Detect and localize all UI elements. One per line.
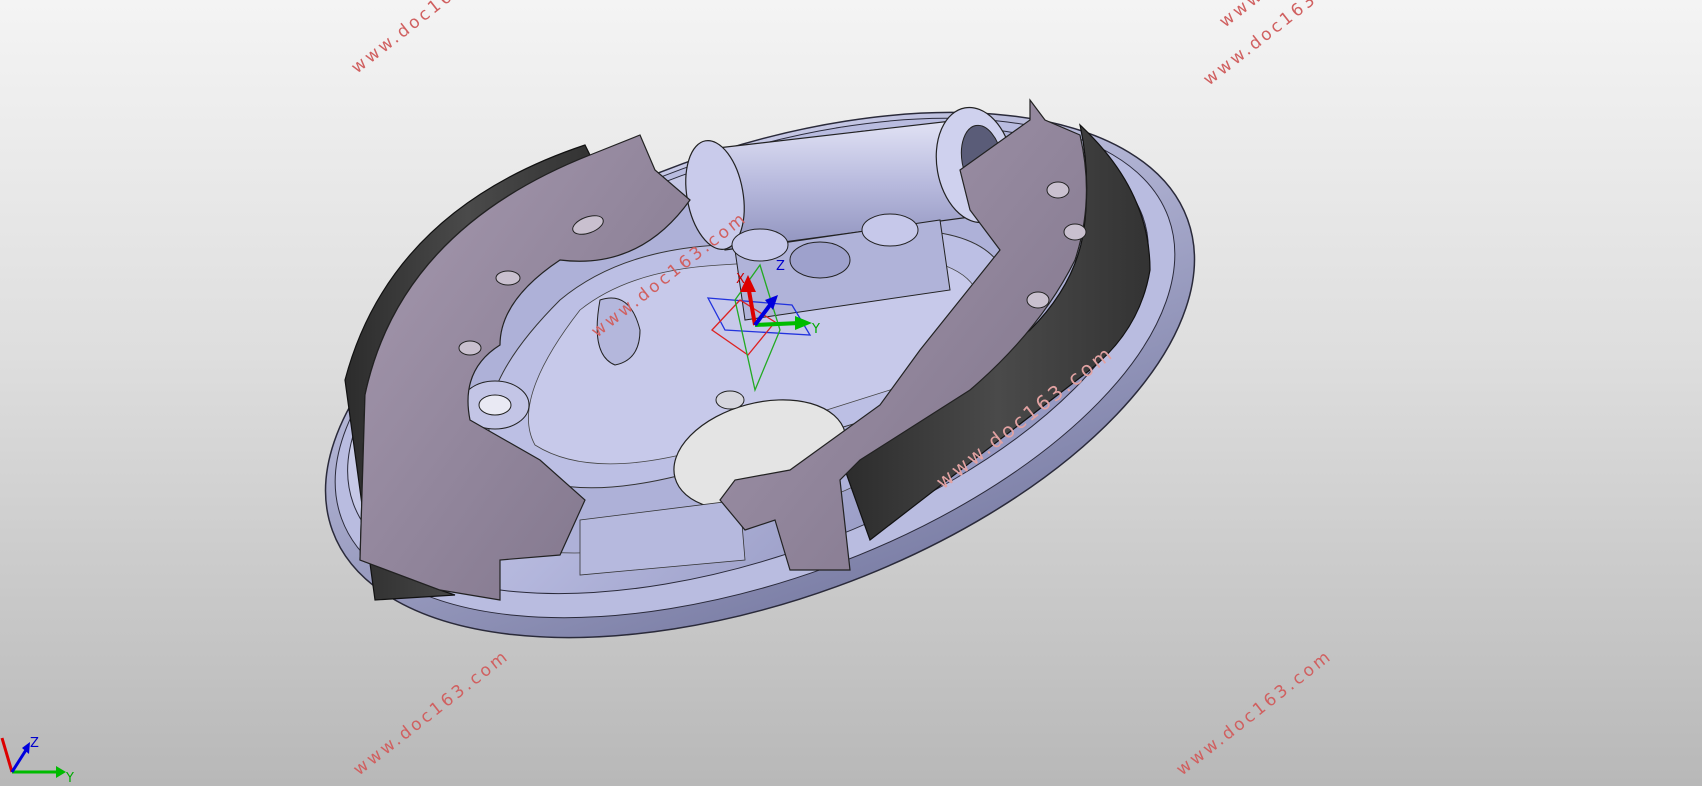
3d-viewport[interactable]: X Y Z www.doc163.com www.doc163.com www.… (0, 0, 1702, 786)
orientation-triad[interactable]: Z Y (0, 720, 80, 786)
compass-z-label: Z (776, 259, 785, 274)
compass-x-label: X (736, 272, 745, 287)
compass-y-label: Y (811, 322, 820, 337)
triad-y-label: Y (65, 771, 74, 786)
z-axis-icon (10, 749, 28, 773)
triad-z-label: Z (30, 736, 39, 751)
brake-assembly-model[interactable]: X Y Z (0, 0, 1702, 786)
x-axis-icon (0, 737, 14, 773)
